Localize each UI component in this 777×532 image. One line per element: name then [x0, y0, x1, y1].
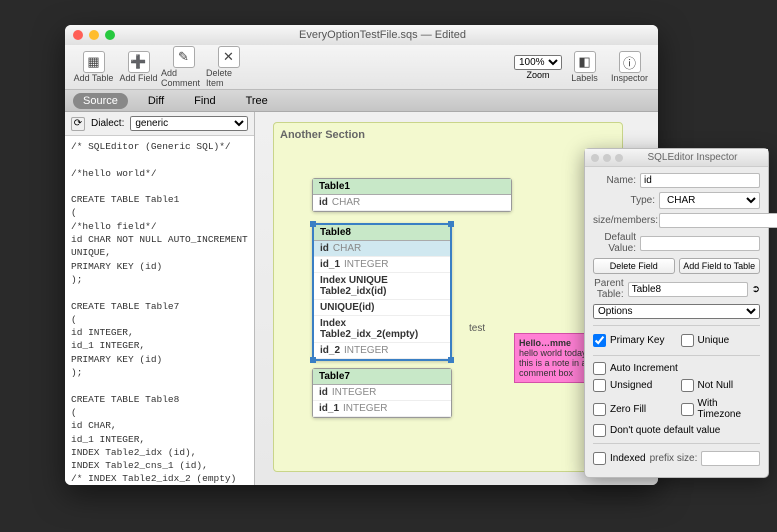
delete-icon: ✕ [218, 46, 240, 68]
table-header: Table7 [313, 369, 451, 385]
titlebar: EveryOptionTestFile.sqs — Edited [65, 25, 658, 45]
minimize-icon[interactable] [603, 154, 611, 162]
close-icon[interactable] [73, 30, 83, 40]
inspector-panel: SQLEditor Inspector Name: Type:CHAR size… [584, 148, 769, 478]
field-row[interactable]: Index Table2_idx_2(empty) [314, 316, 450, 343]
zoom-select[interactable]: 100% [514, 55, 562, 70]
primary-key-checkbox[interactable] [593, 334, 606, 347]
close-icon[interactable] [591, 154, 599, 162]
indexed-checkbox[interactable] [593, 452, 606, 465]
section-box[interactable]: Another Section Table1 idCHAR Table8 idC… [273, 122, 623, 472]
auto-increment-checkbox[interactable] [593, 362, 606, 375]
sql-source[interactable]: /* SQLEditor (Generic SQL)*/ /*hello wor… [65, 136, 254, 485]
table-table7[interactable]: Table7 idINTEGER id_1INTEGER [312, 368, 452, 418]
unique-checkbox[interactable] [681, 334, 694, 347]
resize-handle[interactable] [448, 221, 454, 227]
parent-table-field[interactable] [628, 282, 748, 297]
table-header: Table8 [314, 225, 450, 241]
dialect-label: Dialect: [91, 118, 124, 129]
resize-handle[interactable] [448, 357, 454, 363]
field-icon: ➕ [128, 51, 150, 73]
minimize-icon[interactable] [89, 30, 99, 40]
source-panel: ⟳ Dialect: generic /* SQLEditor (Generic… [65, 112, 255, 485]
add-table-button[interactable]: ▦Add Table [71, 51, 116, 83]
tab-source[interactable]: Source [73, 93, 128, 109]
name-field[interactable] [640, 173, 760, 188]
type-select[interactable]: CHAR [659, 192, 760, 209]
zoom-icon[interactable] [615, 154, 623, 162]
field-row[interactable]: id_1INTEGER [314, 257, 450, 273]
resize-handle[interactable] [310, 357, 316, 363]
options-select[interactable]: Options [593, 304, 760, 319]
view-tabs: Source Diff Find Tree [65, 90, 658, 112]
field-row-selected[interactable]: idCHAR [314, 241, 450, 257]
default-field[interactable] [640, 236, 760, 251]
with-timezone-checkbox[interactable] [681, 403, 694, 416]
inspector-title: SQLEditor Inspector [623, 152, 762, 163]
labels-icon: ◧ [574, 51, 596, 73]
dialect-select[interactable]: generic [130, 116, 248, 131]
zero-fill-checkbox[interactable] [593, 403, 606, 416]
comment-icon: ✎ [173, 46, 195, 68]
zoom-icon[interactable] [105, 30, 115, 40]
table-header: Table1 [313, 179, 511, 195]
toolbar: ▦Add Table ➕Add Field ✎Add Comment ✕Dele… [65, 45, 658, 90]
field-row[interactable]: idINTEGER [313, 385, 451, 401]
add-comment-button[interactable]: ✎Add Comment [161, 46, 206, 88]
not-null-checkbox[interactable] [681, 379, 694, 392]
add-field-button[interactable]: ➕Add Field [116, 51, 161, 83]
goto-icon[interactable]: ➲ [752, 284, 760, 295]
resize-handle[interactable] [310, 221, 316, 227]
unsigned-checkbox[interactable] [593, 379, 606, 392]
table-table1[interactable]: Table1 idCHAR [312, 178, 512, 212]
zoom-control[interactable]: 100% Zoom [514, 55, 562, 80]
prefix-size-field[interactable] [701, 451, 760, 466]
delete-item-button[interactable]: ✕Delete Item [206, 46, 251, 88]
window-title: EveryOptionTestFile.sqs — Edited [115, 29, 650, 41]
tab-tree[interactable]: Tree [236, 93, 278, 109]
inspector-button[interactable]: ⓘInspector [607, 51, 652, 83]
table-table8[interactable]: Table8 idCHAR id_1INTEGER Index UNIQUE T… [312, 223, 452, 361]
connector-label: test [469, 323, 485, 334]
field-row[interactable]: id_1INTEGER [313, 401, 451, 417]
main-window: EveryOptionTestFile.sqs — Edited ▦Add Ta… [65, 25, 658, 485]
tab-diff[interactable]: Diff [138, 93, 174, 109]
inspector-icon: ⓘ [619, 51, 641, 73]
section-title: Another Section [280, 129, 616, 141]
labels-button[interactable]: ◧Labels [562, 51, 607, 83]
field-row[interactable]: UNIQUE(id) [314, 300, 450, 316]
reload-icon[interactable]: ⟳ [71, 117, 85, 131]
delete-field-button[interactable]: Delete Field [593, 258, 675, 274]
add-field-to-table-button[interactable]: Add Field to Table [679, 258, 761, 274]
tab-find[interactable]: Find [184, 93, 225, 109]
table-icon: ▦ [83, 51, 105, 73]
field-row[interactable]: Index UNIQUE Table2_idx(id) [314, 273, 450, 300]
dont-quote-checkbox[interactable] [593, 424, 606, 437]
field-row[interactable]: id_2INTEGER [314, 343, 450, 359]
size-field[interactable] [659, 213, 777, 228]
